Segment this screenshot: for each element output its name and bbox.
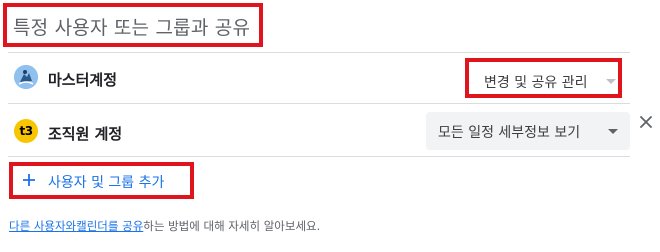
user-name: 조직원 계정 xyxy=(48,125,123,143)
help-text: 다른 사용자와캘린더를 공유하는 방법에 대해 자세히 알아보세요. xyxy=(9,218,320,234)
divider-bottom xyxy=(8,156,630,157)
help-link-share-calendar[interactable]: 캘린더를 공유 xyxy=(76,219,143,233)
user-avatar-t3-icon: t3 xyxy=(14,119,38,143)
chevron-down-icon xyxy=(608,129,618,134)
user-name: 마스터계정 xyxy=(48,71,118,89)
help-text-suffix: 하는 방법에 대해 자세히 알아보세요. xyxy=(143,219,321,233)
permission-highlight-box xyxy=(465,58,622,98)
remove-user-button[interactable] xyxy=(638,114,654,130)
share-row-member: t3 조직원 계정 모든 일정 세부정보 보기 xyxy=(8,106,630,156)
title-highlight-box xyxy=(3,3,263,47)
close-icon xyxy=(640,116,652,128)
help-link-other-users[interactable]: 다른 사용자와 xyxy=(9,219,76,233)
divider-mid xyxy=(8,103,630,104)
add-button-highlight-box xyxy=(9,162,194,199)
permission-label: 모든 일정 세부정보 보기 xyxy=(438,125,581,141)
permission-dropdown[interactable]: 모든 일정 세부정보 보기 xyxy=(426,112,630,150)
user-avatar-photo-icon xyxy=(14,65,38,89)
